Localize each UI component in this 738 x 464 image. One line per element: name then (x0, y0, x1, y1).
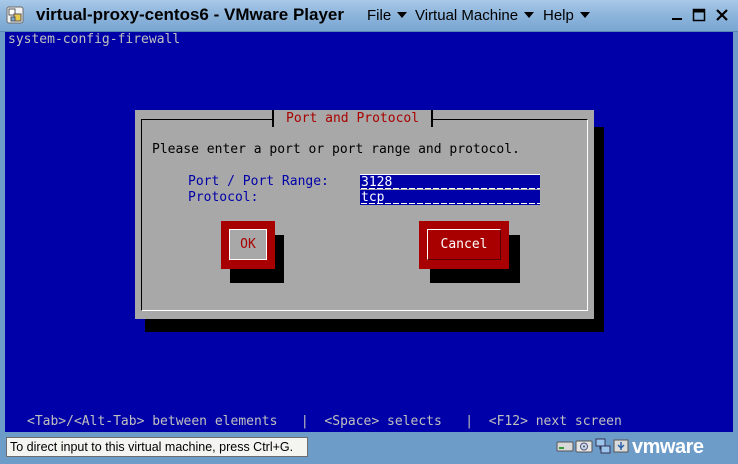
maximize-icon[interactable] (692, 8, 706, 22)
vmware-logo: vmware (632, 436, 704, 458)
menu-file-dropdown-arrow-icon (397, 12, 408, 18)
vm-console-screen[interactable]: system-config-firewall Port and Protocol… (5, 32, 733, 432)
status-message: To direct input to this virtual machine,… (6, 437, 308, 457)
cd-drive-icon[interactable] (575, 437, 593, 455)
close-icon[interactable] (715, 8, 729, 22)
window-title: virtual-proxy-centos6 - VMware Player (36, 5, 345, 24)
title-bar[interactable]: virtual-proxy-centos6 - VMware Player Fi… (0, 0, 738, 32)
console-footer-hints: <Tab>/<Alt-Tab> between elements | <Spac… (27, 414, 622, 429)
hard-disk-icon[interactable] (556, 437, 574, 455)
console-header-text: system-config-firewall (8, 32, 181, 47)
cancel-button[interactable]: Cancel (419, 221, 509, 269)
menu-file-label: File (367, 7, 392, 24)
protocol-input[interactable] (360, 190, 540, 205)
menu-virtual-machine-dropdown-arrow-icon (524, 12, 535, 18)
usb-icon[interactable] (612, 437, 630, 455)
menu-help-dropdown-arrow-icon (579, 12, 590, 18)
minimize-icon[interactable] (670, 8, 684, 22)
port-range-label: Port / Port Range: (188, 174, 329, 189)
menu-virtual-machine-label: Virtual Machine (415, 7, 519, 24)
ok-button-label: OK (229, 229, 267, 260)
vmware-player-window: virtual-proxy-centos6 - VMware Player Fi… (0, 0, 738, 464)
protocol-label: Protocol: (188, 190, 259, 205)
menu-help-label: Help (543, 7, 574, 24)
network-adapter-icon[interactable] (594, 437, 612, 455)
port-range-input[interactable] (360, 174, 540, 189)
dialog-prompt: Please enter a port or port range and pr… (152, 142, 520, 157)
vmware-app-icon (6, 6, 24, 24)
status-bar: To direct input to this virtual machine,… (0, 432, 738, 464)
menu-help[interactable]: Help (543, 7, 590, 24)
cancel-button-label: Cancel (427, 229, 501, 260)
dialog-title: Port and Protocol (272, 110, 434, 127)
menu-virtual-machine[interactable]: Virtual Machine (415, 7, 535, 24)
ok-button[interactable]: OK (221, 221, 275, 269)
menu-file[interactable]: File (367, 7, 408, 24)
port-protocol-dialog: Port and Protocol Please enter a port or… (135, 110, 594, 319)
